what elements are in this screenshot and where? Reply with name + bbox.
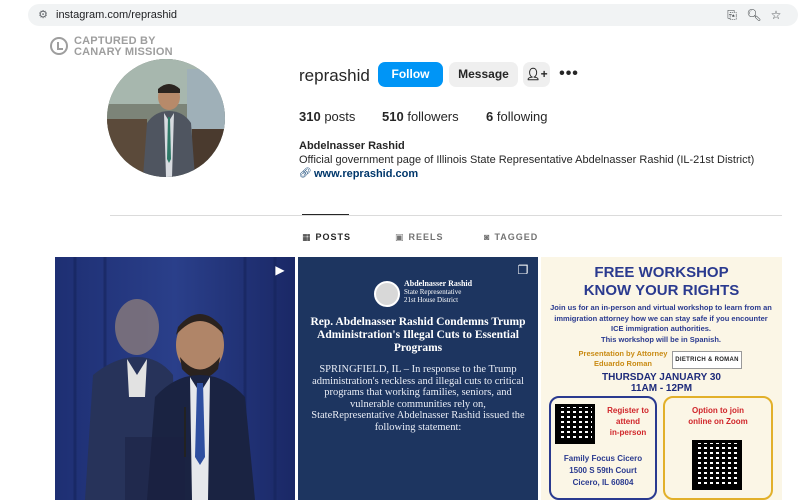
bookmark-star-icon[interactable]: ☆	[768, 7, 784, 23]
post3-street: 1500 S 59th Court	[569, 466, 637, 475]
tabs-divider	[110, 215, 782, 216]
profile-avatar[interactable]	[107, 59, 225, 177]
tab-tagged[interactable]: ◙ TAGGED	[484, 231, 538, 243]
post2-org-district: 21st House District	[404, 296, 459, 304]
posts-count: 310	[299, 109, 321, 124]
post3-address: Family Focus Cicero 1500 S 59th Court Ci…	[549, 453, 657, 489]
install-app-icon[interactable]: ⎘	[724, 7, 740, 23]
reel-icon: ▶	[275, 263, 285, 277]
post-thumbnail-1[interactable]: ▶	[55, 257, 295, 500]
post3-zoom-text: Option to join online on Zoom	[663, 405, 773, 427]
profile-full-name: Abdelnasser Rashid	[299, 140, 405, 152]
tab-reels[interactable]: ▣ REELS	[395, 231, 444, 243]
followers-label: followers	[407, 109, 459, 124]
post3-presenter-line1: Presentation by Attorney	[578, 349, 668, 358]
followers-count: 510	[382, 109, 404, 124]
watermark-text: CAPTURED BY CANARY MISSION	[74, 36, 173, 58]
message-button[interactable]: Message	[449, 62, 518, 87]
tab-posts-label: POSTS	[315, 232, 352, 242]
post3-datetime: THURSDAY JANUARY 30 11AM - 12PM	[541, 372, 782, 394]
reels-icon: ▣	[395, 232, 405, 242]
post3-heading: FREE WORKSHOP KNOW YOUR RIGHTS	[541, 264, 782, 300]
followers-stat[interactable]: 510 followers	[382, 109, 459, 124]
url-text[interactable]: instagram.com/reprashid	[56, 8, 177, 22]
posts-stat: 310 posts	[299, 109, 355, 124]
post3-spanish-note: This workshop will be in Spanish.	[600, 334, 721, 344]
qr-code-icon	[555, 404, 595, 444]
tab-posts[interactable]: ▦ POSTS	[302, 231, 351, 243]
tab-reels-label: REELS	[408, 232, 444, 242]
post3-date: THURSDAY JANUARY 30	[602, 372, 721, 383]
follow-button[interactable]: Follow	[378, 62, 443, 87]
post2-org-role: State Representative	[404, 288, 462, 296]
post3-venue: Family Focus Cicero	[563, 454, 643, 463]
tab-tagged-label: TAGGED	[494, 232, 539, 242]
post3-zoom-line1: Option to join	[692, 406, 744, 415]
browser-toolbar: ⚙ instagram.com/reprashid ⎘ 🔍︎ ☆	[0, 0, 800, 30]
post3-heading2: KNOW YOUR RIGHTS	[583, 282, 740, 299]
site-info-icon[interactable]: ⚙	[36, 8, 50, 22]
post3-intro: Join us for an in-person and virtual wor…	[550, 303, 772, 333]
suggested-accounts-button[interactable]: 👤︎+	[523, 62, 550, 87]
post3-presenter: Presentation by Attorney Eduardo Roman	[568, 349, 678, 369]
more-options-icon[interactable]: •••	[558, 65, 580, 83]
following-stat[interactable]: 6 following	[486, 109, 547, 124]
grid-icon: ▦	[302, 232, 312, 242]
qr-code-icon	[692, 440, 742, 490]
watermark-line2: CANARY MISSION	[74, 46, 173, 58]
post3-presenter-line2: Eduardo Roman	[594, 359, 652, 368]
post3-register-line3: in-person	[609, 428, 647, 437]
active-tab-indicator	[302, 214, 349, 215]
link-icon: 🔗︎	[299, 168, 312, 179]
post2-title: Rep. Abdelnasser Rashid Condemns Trump A…	[310, 316, 526, 354]
profile-link[interactable]: www.reprashid.com	[314, 168, 418, 180]
post2-org-name: Abdelnasser Rashid	[404, 279, 473, 288]
tagged-icon: ◙	[484, 232, 491, 242]
post3-time: 11AM - 12PM	[630, 383, 693, 394]
post2-org: Abdelnasser Rashid State Representative …	[404, 279, 473, 305]
posts-label: posts	[324, 109, 356, 124]
following-label: following	[496, 109, 548, 124]
watermark-logo-icon	[50, 37, 68, 55]
post3-heading1: FREE WORKSHOP	[594, 264, 729, 281]
profile-username: reprashid	[299, 66, 370, 85]
post3-intro-block: Join us for an in-person and virtual wor…	[548, 303, 774, 345]
state-seal-icon	[374, 281, 400, 307]
zoom-icon[interactable]: 🔍︎	[746, 7, 762, 23]
post3-register: Register to attend in-person	[600, 405, 656, 438]
profile-bio: Official government page of Illinois Sta…	[299, 154, 755, 166]
following-count: 6	[486, 109, 494, 124]
post3-register-line1: Register to	[607, 406, 649, 415]
post2-body: SPRINGFIELD, IL – In response to the Tru…	[311, 364, 525, 433]
post3-city: Cicero, IL 60804	[572, 478, 634, 487]
post3-register-line2: attend	[616, 417, 640, 426]
add-user-icon: 👤︎+	[525, 67, 548, 81]
post3-zoom-line2: online on Zoom	[688, 417, 748, 426]
post3-firm-logo: DIETRICH & ROMAN	[672, 351, 742, 369]
carousel-icon: ❐	[517, 263, 529, 277]
